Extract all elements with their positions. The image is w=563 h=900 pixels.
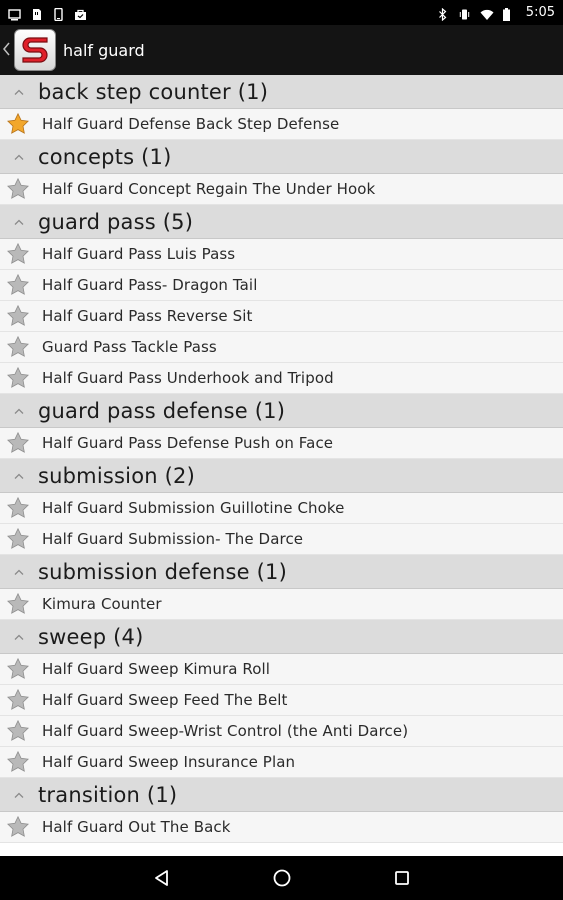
section-header[interactable]: sweep (4) — [0, 620, 563, 654]
item-label: Half Guard Pass Defense Push on Face — [42, 434, 334, 452]
notification-icons — [8, 6, 87, 22]
section-header[interactable]: back step counter (1) — [0, 75, 563, 109]
favorite-star-icon[interactable] — [0, 109, 32, 140]
star-icon[interactable] — [0, 812, 32, 843]
item-label: Half Guard Pass Underhook and Tripod — [42, 369, 334, 387]
star-icon[interactable] — [0, 332, 32, 363]
item-label: Half Guard Sweep Feed The Belt — [42, 691, 288, 709]
section-title: guard pass (5) — [38, 209, 194, 234]
collapse-chevron-icon — [0, 791, 38, 799]
list-item[interactable]: Half Guard Sweep Insurance Plan — [0, 747, 563, 778]
star-icon[interactable] — [0, 524, 32, 555]
system-icons: 5:05 — [436, 5, 555, 22]
list-item[interactable]: Half Guard Pass- Dragon Tail — [0, 270, 563, 301]
collapse-chevron-icon — [0, 88, 38, 96]
vibrate-icon — [458, 6, 471, 20]
technique-list: back step counter (1) Half Guard Defense … — [0, 75, 563, 856]
bluetooth-icon — [436, 6, 449, 22]
screenshot-icon — [8, 6, 21, 21]
item-label: Half Guard Concept Regain The Under Hook — [42, 180, 376, 198]
list-item[interactable]: Half Guard Sweep-Wrist Control (the Anti… — [0, 716, 563, 747]
app-logo — [14, 29, 56, 71]
item-label: Half Guard Submission Guillotine Choke — [42, 499, 345, 517]
wifi-icon — [480, 6, 494, 20]
list-item[interactable]: Half Guard Pass Reverse Sit — [0, 301, 563, 332]
battery-icon — [502, 6, 515, 21]
section-header[interactable]: guard pass defense (1) — [0, 394, 563, 428]
star-icon[interactable] — [0, 301, 32, 332]
item-label: Half Guard Out The Back — [42, 818, 231, 836]
list-item[interactable]: Half Guard Pass Luis Pass — [0, 239, 563, 270]
collapse-chevron-icon — [0, 218, 38, 226]
list-item[interactable]: Half Guard Pass Underhook and Tripod — [0, 363, 563, 394]
nav-home-button[interactable] — [222, 856, 342, 900]
up-button[interactable] — [0, 25, 56, 75]
item-label: Half Guard Pass- Dragon Tail — [42, 276, 258, 294]
navigation-bar — [0, 856, 563, 900]
section-header[interactable]: submission (2) — [0, 459, 563, 493]
list-item[interactable]: Half Guard Concept Regain The Under Hook — [0, 174, 563, 205]
item-label: Kimura Counter — [42, 595, 162, 613]
item-label: Half Guard Sweep-Wrist Control (the Anti… — [42, 722, 409, 740]
section-title: concepts (1) — [38, 144, 172, 169]
back-triangle-icon — [154, 870, 168, 886]
collapse-chevron-icon — [0, 472, 38, 480]
list-item[interactable]: Guard Pass Tackle Pass — [0, 332, 563, 363]
home-circle-icon — [273, 869, 290, 887]
section-header[interactable]: transition (1) — [0, 778, 563, 812]
page-title: half guard — [63, 40, 145, 60]
list-item[interactable]: Half Guard Out The Back — [0, 812, 563, 843]
list-item[interactable]: Half Guard Submission Guillotine Choke — [0, 493, 563, 524]
chevron-left-icon — [3, 42, 12, 59]
section-header[interactable]: concepts (1) — [0, 140, 563, 174]
recents-square-icon — [394, 871, 409, 885]
star-icon[interactable] — [0, 654, 32, 685]
list-item[interactable]: Half Guard Pass Defense Push on Face — [0, 428, 563, 459]
item-label: Half Guard Sweep Insurance Plan — [42, 753, 296, 771]
star-icon[interactable] — [0, 747, 32, 778]
section-title: guard pass defense (1) — [38, 398, 286, 423]
stylized-s-logo-icon — [22, 37, 48, 63]
star-icon[interactable] — [0, 716, 32, 747]
list-item[interactable]: Kimura Counter — [0, 589, 563, 620]
sd-card-icon — [30, 6, 43, 20]
star-icon[interactable] — [0, 363, 32, 394]
list-item[interactable]: Half Guard Sweep Feed The Belt — [0, 685, 563, 716]
star-icon[interactable] — [0, 239, 32, 270]
list-item[interactable]: Half Guard Submission- The Darce — [0, 524, 563, 555]
list-item[interactable]: Half Guard Sweep Kimura Roll — [0, 654, 563, 685]
collapse-chevron-icon — [0, 568, 38, 576]
star-icon[interactable] — [0, 493, 32, 524]
collapse-chevron-icon — [0, 407, 38, 415]
nav-back-button[interactable] — [102, 856, 222, 900]
collapse-chevron-icon — [0, 633, 38, 641]
bag-icon — [74, 6, 87, 20]
action-bar: half guard — [0, 25, 563, 75]
list-item[interactable]: Half Guard Defense Back Step Defense — [0, 109, 563, 140]
star-icon[interactable] — [0, 685, 32, 716]
section-title: back step counter (1) — [38, 79, 269, 104]
collapse-chevron-icon — [0, 153, 38, 161]
nav-recents-button[interactable] — [342, 856, 462, 900]
star-icon[interactable] — [0, 270, 32, 301]
section-header[interactable]: guard pass (5) — [0, 205, 563, 239]
star-icon[interactable] — [0, 589, 32, 620]
section-title: submission (2) — [38, 463, 195, 488]
item-label: Half Guard Pass Reverse Sit — [42, 307, 253, 325]
clock: 5:05 — [525, 5, 555, 20]
section-title: sweep (4) — [38, 624, 144, 649]
section-title: transition (1) — [38, 782, 178, 807]
item-label: Guard Pass Tackle Pass — [42, 338, 217, 356]
item-label: Half Guard Sweep Kimura Roll — [42, 660, 271, 678]
star-icon[interactable] — [0, 174, 32, 205]
item-label: Half Guard Submission- The Darce — [42, 530, 304, 548]
item-label: Half Guard Defense Back Step Defense — [42, 115, 340, 133]
section-title: submission defense (1) — [38, 559, 287, 584]
phone-icon — [52, 6, 65, 22]
section-header[interactable]: submission defense (1) — [0, 555, 563, 589]
item-label: Half Guard Pass Luis Pass — [42, 245, 236, 263]
status-bar: 5:05 — [0, 0, 563, 25]
star-icon[interactable] — [0, 428, 32, 459]
